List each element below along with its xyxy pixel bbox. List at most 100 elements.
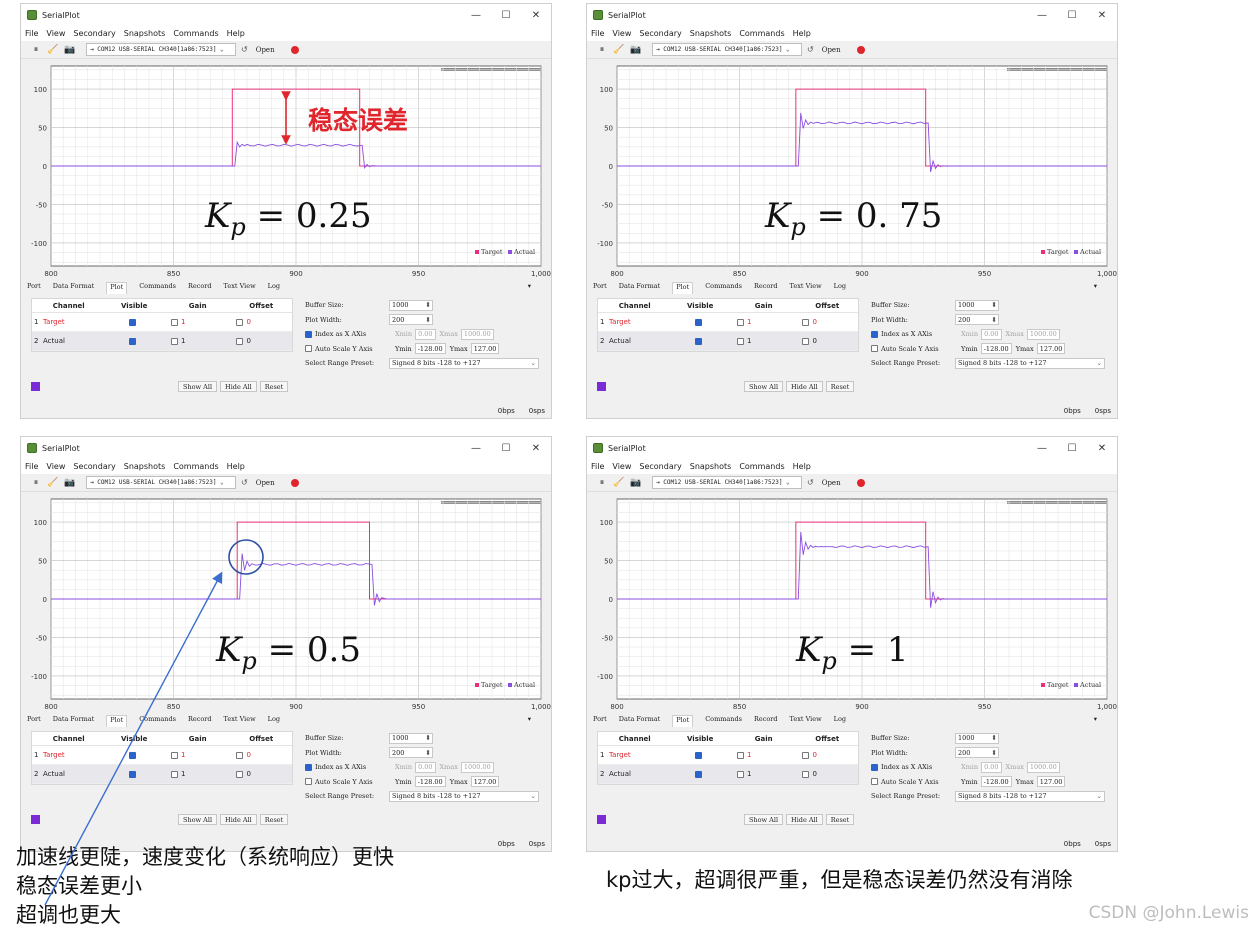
range-preset-select[interactable]: Signed 8 bits -128 to +127 [955,357,1105,369]
tab-commands[interactable]: Commands [139,282,176,294]
menu-snapshots[interactable]: Snapshots [124,462,166,471]
record-icon[interactable] [856,478,865,487]
minimize-button[interactable]: — [1027,443,1057,454]
visible-checkbox[interactable] [129,337,137,345]
menu-file[interactable]: File [591,29,604,38]
menu-commands[interactable]: Commands [739,29,784,38]
tab-record[interactable]: Record [188,715,212,727]
open-button[interactable]: Open [256,46,275,54]
menu-snapshots[interactable]: Snapshots [124,29,166,38]
visible-checkbox[interactable] [695,770,703,778]
reset-button[interactable]: Reset [825,381,855,392]
gain-value[interactable]: 1 [181,751,185,759]
tab-text-view[interactable]: Text View [224,282,256,294]
show-all-button[interactable]: Show All [178,381,218,392]
offset-checkbox[interactable] [802,770,810,778]
open-button[interactable]: Open [822,479,841,487]
xmax-input[interactable]: 1000.00 [460,328,494,340]
tab-menu-arrow-icon[interactable]: ▾ [528,282,531,290]
pause-icon[interactable]: ⏸ [595,478,609,488]
tab-plot[interactable]: Plot [106,715,128,727]
tab-text-view[interactable]: Text View [224,715,256,727]
gain-checkbox[interactable] [170,770,178,778]
range-preset-select[interactable]: Signed 8 bits -128 to +127 [955,790,1105,802]
menu-file[interactable]: File [25,462,38,471]
visible-checkbox[interactable] [695,337,703,345]
tab-log[interactable]: Log [834,282,846,294]
gain-value[interactable]: 1 [181,318,185,326]
tab-plot[interactable]: Plot [672,715,694,727]
camera-icon[interactable]: 📷 [63,45,77,55]
tab-port[interactable]: Port [27,282,41,294]
menu-file[interactable]: File [25,29,38,38]
gain-value[interactable]: 1 [747,318,751,326]
channel-row[interactable]: 1 Target 1 0 [32,746,292,765]
maximize-button[interactable]: ☐ [1057,443,1087,454]
buffer-size-input[interactable]: 1000 [389,299,433,311]
tab-record[interactable]: Record [754,282,778,294]
show-all-button[interactable]: Show All [744,381,784,392]
buffer-size-input[interactable]: 1000 [955,299,999,311]
menu-secondary[interactable]: Secondary [73,462,115,471]
reset-button[interactable]: Reset [259,814,289,825]
camera-icon[interactable]: 📷 [629,45,643,55]
close-button[interactable]: ✕ [1087,443,1117,454]
maximize-button[interactable]: ☐ [491,443,521,454]
tab-data-format[interactable]: Data Format [619,715,660,727]
signal-plot[interactable]: 100 50 0 -50 -100 800 850 900 950 1,000 Target Actu… [587,493,1118,715]
close-button[interactable]: ✕ [1087,10,1117,21]
broom-icon[interactable]: 🧹 [46,45,60,55]
menu-view[interactable]: View [612,462,631,471]
menu-secondary[interactable]: Secondary [639,462,681,471]
gain-value[interactable]: 1 [181,337,185,345]
menu-view[interactable]: View [46,462,65,471]
minimize-button[interactable]: — [461,10,491,21]
channel-row[interactable]: 1 Target 1 0 [32,313,292,332]
camera-icon[interactable]: 📷 [629,478,643,488]
tab-record[interactable]: Record [754,715,778,727]
index-x-checkbox[interactable] [305,330,312,338]
channel-color-swatch[interactable] [31,815,40,824]
tab-data-format[interactable]: Data Format [53,282,94,294]
close-button[interactable]: ✕ [521,443,551,454]
ymin-input[interactable]: -128.00 [980,776,1012,788]
index-x-checkbox[interactable] [305,763,312,771]
menu-help[interactable]: Help [793,462,811,471]
gain-value[interactable]: 1 [747,770,751,778]
tab-log[interactable]: Log [268,715,280,727]
tab-log[interactable]: Log [834,715,846,727]
offset-value[interactable]: 0 [812,318,816,326]
menu-file[interactable]: File [591,462,604,471]
signal-plot[interactable]: 100 50 0 -50 -100 800 850 900 950 1,000 Target Actu… [21,493,552,715]
ymax-input[interactable]: 127.00 [470,776,500,788]
ymax-input[interactable]: 127.00 [1036,776,1066,788]
tab-port[interactable]: Port [27,715,41,727]
gain-checkbox[interactable] [736,770,744,778]
open-button[interactable]: Open [256,479,275,487]
ymax-input[interactable]: 127.00 [1036,343,1066,355]
menu-commands[interactable]: Commands [173,29,218,38]
auto-scale-checkbox[interactable] [871,345,878,353]
buffer-size-input[interactable]: 1000 [389,732,433,744]
port-select[interactable]: ⇥ COM12 USB-SERIAL CH340[1a86:7523] ⌄ [86,476,236,489]
tab-data-format[interactable]: Data Format [619,282,660,294]
refresh-icon[interactable]: ↺ [241,478,248,487]
gain-value[interactable]: 1 [747,337,751,345]
visible-checkbox[interactable] [695,318,703,326]
menu-view[interactable]: View [46,29,65,38]
offset-checkbox[interactable] [236,770,244,778]
offset-checkbox[interactable] [802,318,810,326]
tab-port[interactable]: Port [593,715,607,727]
reset-button[interactable]: Reset [259,381,289,392]
channel-row[interactable]: 2 Actual 1 0 [598,765,858,784]
tab-port[interactable]: Port [593,282,607,294]
broom-icon[interactable]: 🧹 [612,478,626,488]
offset-value[interactable]: 0 [246,751,250,759]
auto-scale-checkbox[interactable] [871,778,878,786]
plot-width-input[interactable]: 200 [389,314,433,326]
channel-row[interactable]: 2 Actual 1 0 [32,765,292,784]
tab-menu-arrow-icon[interactable]: ▾ [1094,715,1097,723]
xmax-input[interactable]: 1000.00 [460,761,494,773]
record-icon[interactable] [290,478,299,487]
xmin-input[interactable]: 0.00 [981,328,1002,340]
